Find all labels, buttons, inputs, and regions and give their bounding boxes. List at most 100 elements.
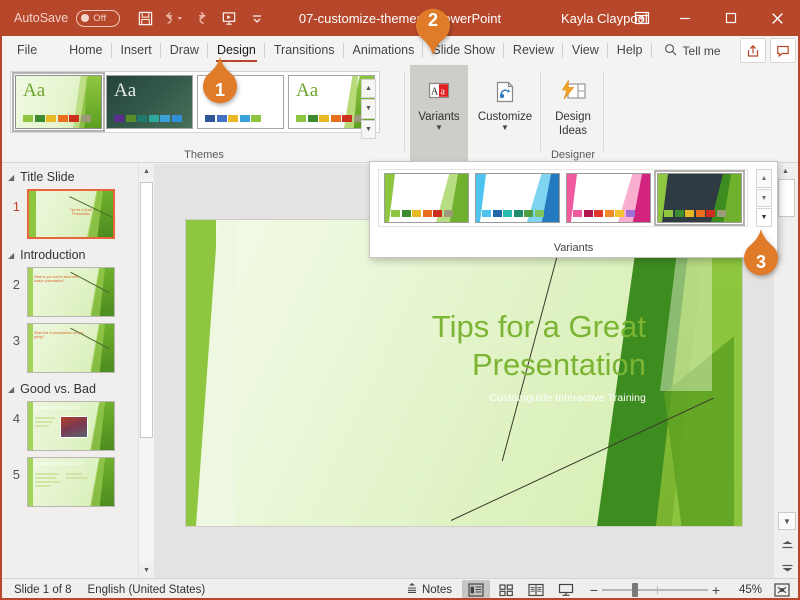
scroll-up-icon[interactable]: ▲ <box>139 164 154 179</box>
slide-thumbnail-1[interactable]: Tips for a Great Presentation <box>27 189 115 239</box>
thumbnail-pane-scrollbar[interactable]: ▲ ▼ <box>138 164 154 578</box>
save-icon[interactable] <box>132 5 158 31</box>
group-designer-label: Designer <box>550 149 596 161</box>
autosave-label: AutoSave <box>14 11 69 25</box>
tab-review[interactable]: Review <box>504 36 563 65</box>
customize-button[interactable]: Customize ▼ <box>472 69 538 153</box>
slide-number: 1 <box>12 199 20 214</box>
tab-insert[interactable]: Insert <box>112 36 162 65</box>
slide-thumbnail-5[interactable]: What Makes a Presentation Good? <box>27 457 115 507</box>
tab-view-label: View <box>571 43 599 57</box>
variant-item-blue[interactable] <box>475 173 560 223</box>
variant-item-pink[interactable] <box>566 173 651 223</box>
variants-gallery-nav: ▲ ▼ ▼ <box>756 169 772 228</box>
variants-gallery[interactable] <box>378 169 748 227</box>
quick-access-toolbar <box>132 5 270 31</box>
list-item[interactable]: 1 Tips for a Great Presentation <box>0 186 138 242</box>
minimize-button[interactable] <box>662 0 708 36</box>
variants-more-icon[interactable]: ▼ <box>756 208 772 228</box>
slide-thumbnail-4[interactable]: What Makes a Presentation Bad? <box>27 401 115 451</box>
close-button[interactable] <box>754 0 800 36</box>
variants-button-label: Variants <box>418 111 460 123</box>
list-item[interactable]: 5 What Makes a Presentation Good? <box>0 454 138 510</box>
slide-thumbnail-5-bullets-left <box>35 473 61 489</box>
variants-button[interactable]: A a Variants ▼ <box>410 69 468 153</box>
themes-gallery[interactable]: Aa Aa Aa ▲ ▼ ▼ <box>10 71 380 139</box>
language-indicator[interactable]: English (United States) <box>80 584 214 596</box>
slide-title-line2: Presentation <box>471 347 646 382</box>
undo-icon[interactable] <box>160 5 186 31</box>
slide-indicator[interactable]: Slide 1 of 8 <box>6 584 80 596</box>
zoom-in-button[interactable]: + <box>708 582 724 598</box>
scrollbar-thumb[interactable] <box>778 179 795 217</box>
tab-help[interactable]: Help <box>608 36 652 65</box>
callout-1: 1 <box>199 56 241 110</box>
slide-thumbnail-pane[interactable]: ◢ Title Slide 1 Tips for a Great Present… <box>0 164 138 578</box>
zoom-level-label[interactable]: 45% <box>730 584 762 596</box>
zoom-slider[interactable]: − + <box>586 580 724 600</box>
slide-show-view-button[interactable] <box>552 580 580 600</box>
theme-item-0[interactable]: Aa <box>12 72 105 132</box>
ribbon-display-options-icon[interactable] <box>622 0 662 36</box>
maximize-button[interactable] <box>708 0 754 36</box>
variants-icon: A a <box>426 75 452 109</box>
collapse-triangle-icon[interactable]: ◢ <box>8 385 14 394</box>
scrollbar-track[interactable] <box>139 179 154 563</box>
slide-sorter-view-button[interactable] <box>492 580 520 600</box>
scrollbar-thumb[interactable] <box>140 182 153 438</box>
normal-view-button[interactable] <box>462 579 490 600</box>
section-header-title-slide[interactable]: ◢ Title Slide <box>0 164 138 186</box>
design-ideas-button[interactable]: Design Ideas <box>545 69 601 153</box>
variants-caret-icon[interactable]: ▼ <box>435 124 443 132</box>
list-item[interactable]: 3 What kind of presentations are you giv… <box>0 320 138 376</box>
customize-caret-icon[interactable]: ▼ <box>501 124 509 132</box>
zoom-track[interactable] <box>602 580 708 600</box>
variant-item-green[interactable] <box>384 173 469 223</box>
present-icon[interactable] <box>216 5 242 31</box>
variants-scroll-up-icon[interactable]: ▲ <box>756 169 772 188</box>
tab-transitions[interactable]: Transitions <box>265 36 344 65</box>
notes-button[interactable]: Notes <box>406 582 460 597</box>
redo-icon[interactable] <box>188 5 214 31</box>
collapse-triangle-icon[interactable]: ◢ <box>8 173 14 182</box>
themes-scroll-up-icon[interactable]: ▲ <box>361 79 376 99</box>
reading-view-button[interactable] <box>522 580 550 600</box>
slide-title[interactable]: Tips for a Great Presentation <box>306 308 646 384</box>
fit-slide-icon[interactable] <box>768 580 796 600</box>
theme-item-1[interactable]: Aa <box>106 75 193 129</box>
list-item[interactable]: 4 What Makes a Presentation Bad? <box>0 398 138 454</box>
current-slide[interactable]: Tips for a Great Presentation Customguid… <box>186 220 742 526</box>
scroll-up-icon[interactable]: ▲ <box>778 164 793 179</box>
variant-item-dark[interactable] <box>654 170 745 226</box>
slide-thumbnail-2[interactable]: What do you want to know after today's p… <box>27 267 115 317</box>
next-slide-icon[interactable] <box>778 558 796 576</box>
variants-dropdown-panel[interactable]: ▲ ▼ ▼ Variants <box>369 161 778 258</box>
themes-scroll-down-icon[interactable]: ▼ <box>361 99 376 119</box>
scroll-down-icon[interactable]: ▼ <box>139 563 154 578</box>
section-header-good-vs-bad[interactable]: ◢ Good vs. Bad <box>0 376 138 398</box>
section-title: Introduction <box>20 248 86 262</box>
previous-slide-icon[interactable] <box>778 536 796 554</box>
collapse-triangle-icon[interactable]: ◢ <box>8 251 14 260</box>
tab-view[interactable]: View <box>563 36 608 65</box>
autosave-toggle[interactable]: Off <box>76 9 121 27</box>
group-variants: A a Variants ▼ <box>410 65 468 163</box>
slide-subtitle[interactable]: Customguide Interactive Training <box>306 392 646 404</box>
share-icon[interactable] <box>740 38 766 63</box>
callout-2: 2 <box>412 2 454 56</box>
chevron-down-icon[interactable] <box>244 5 270 31</box>
themes-more-icon[interactable]: ▼ <box>361 119 376 139</box>
section-title: Good vs. Bad <box>20 382 96 396</box>
tab-home[interactable]: Home <box>60 36 112 65</box>
zoom-slider-handle[interactable] <box>631 582 638 597</box>
list-item[interactable]: 2 What do you want to know after today's… <box>0 264 138 320</box>
tell-me-search[interactable]: Tell me <box>652 43 721 59</box>
comments-icon[interactable] <box>770 38 796 63</box>
tab-file[interactable]: File <box>8 36 46 65</box>
slide-thumbnail-3[interactable]: What kind of presentations are you givin… <box>27 323 115 373</box>
variants-scroll-down-icon[interactable]: ▼ <box>756 188 772 208</box>
section-header-introduction[interactable]: ◢ Introduction <box>0 242 138 264</box>
scroll-down-icon[interactable]: ▼ <box>778 512 796 530</box>
zoom-out-button[interactable]: − <box>586 582 602 598</box>
slide-number: 2 <box>12 277 20 292</box>
